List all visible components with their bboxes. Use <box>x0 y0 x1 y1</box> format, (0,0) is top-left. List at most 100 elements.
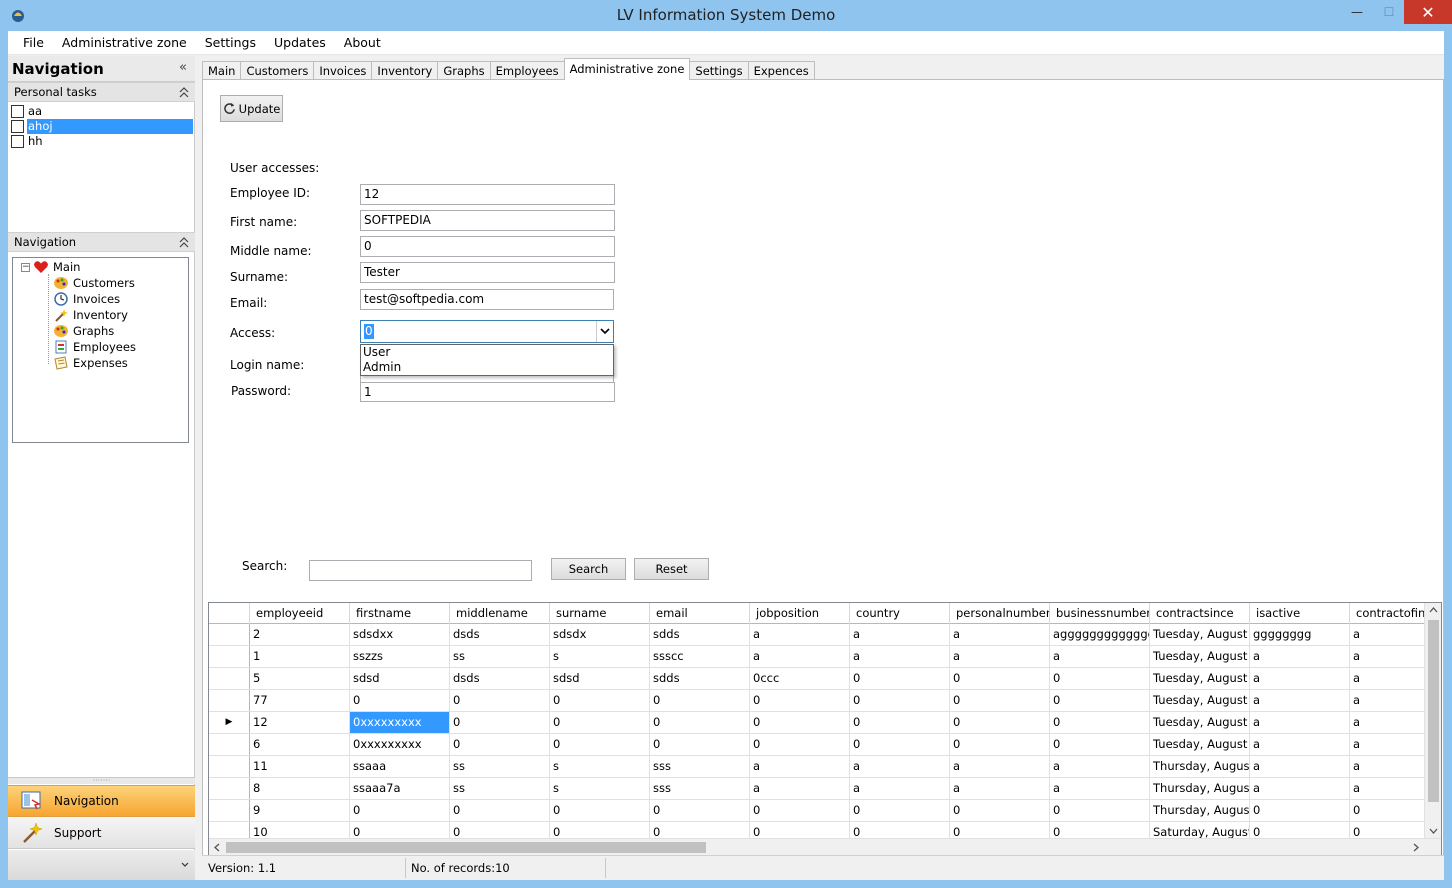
table-row[interactable]: 8ssaaa7assssssaaaaThursday, August...aa <box>209 778 1430 800</box>
table-cell[interactable]: ss <box>450 778 550 799</box>
chevron-up-icon[interactable] <box>179 86 189 100</box>
table-cell[interactable]: 0 <box>1050 800 1150 821</box>
table-cell[interactable]: s <box>550 646 650 667</box>
menu-updates[interactable]: Updates <box>265 31 335 55</box>
table-cell[interactable]: 0 <box>550 734 650 755</box>
table-cell[interactable]: 0 <box>650 712 750 733</box>
task-item[interactable]: hh <box>8 134 195 149</box>
menu-file[interactable]: File <box>8 31 53 55</box>
first-name-field[interactable]: SOFTPEDIA <box>360 210 615 231</box>
table-row[interactable]: 60xxxxxxxxx0000000Tuesday, August ...aa <box>209 734 1430 756</box>
tree-node-expenses[interactable]: Expenses <box>53 355 128 371</box>
table-cell[interactable]: Tuesday, August ... <box>1150 668 1250 689</box>
table-cell[interactable]: a <box>1350 712 1430 733</box>
personal-tasks-header[interactable]: Personal tasks <box>8 82 195 102</box>
table-cell[interactable]: a <box>950 756 1050 777</box>
scroll-up-icon[interactable] <box>1425 605 1442 615</box>
row-header[interactable] <box>209 734 250 755</box>
vertical-scroll-thumb[interactable] <box>1428 620 1439 802</box>
table-cell[interactable]: sdds <box>650 624 750 645</box>
table-row[interactable]: 1sszzsssssssccaaaaTuesday, August ...aa <box>209 646 1430 668</box>
table-cell[interactable]: 0 <box>750 800 850 821</box>
chevron-up-icon[interactable] <box>179 236 189 250</box>
column-header-firstname[interactable]: firstname <box>350 603 450 624</box>
table-cell[interactable]: 0 <box>850 668 950 689</box>
table-cell[interactable]: 6 <box>250 734 350 755</box>
minimize-button[interactable]: — <box>1340 0 1374 24</box>
table-cell[interactable]: 0 <box>750 712 850 733</box>
close-button[interactable]: ✕ <box>1404 0 1452 24</box>
table-cell[interactable]: 0 <box>1050 712 1150 733</box>
table-cell[interactable]: 0xxxxxxxxx <box>350 734 450 755</box>
table-cell[interactable]: 0 <box>350 690 450 711</box>
row-header[interactable] <box>209 624 250 645</box>
tree-node-employees[interactable]: Employees <box>53 339 136 355</box>
table-cell[interactable]: 12 <box>250 712 350 733</box>
tree-node-customers[interactable]: Customers <box>53 275 135 291</box>
table-cell[interactable]: 0 <box>850 690 950 711</box>
column-header-surname[interactable]: surname <box>550 603 650 624</box>
table-cell[interactable]: 0 <box>1350 800 1430 821</box>
table-cell[interactable]: ssscc <box>650 646 750 667</box>
email-field[interactable]: test@softpedia.com <box>360 289 614 310</box>
table-cell[interactable]: a <box>1050 646 1150 667</box>
table-cell[interactable]: 0 <box>850 800 950 821</box>
row-header[interactable] <box>209 756 250 777</box>
table-cell[interactable]: sss <box>650 778 750 799</box>
table-cell[interactable]: 0 <box>450 734 550 755</box>
task-checkbox[interactable] <box>11 135 24 148</box>
table-cell[interactable]: gggggggg <box>1250 624 1350 645</box>
table-cell[interactable]: s <box>550 756 650 777</box>
table-cell[interactable]: ss <box>450 646 550 667</box>
nav-button-support[interactable]: Support <box>8 817 195 849</box>
table-cell[interactable]: 0 <box>950 800 1050 821</box>
table-cell[interactable]: 0 <box>1050 690 1150 711</box>
tab-main[interactable]: Main <box>202 61 242 80</box>
column-header-personalnumber[interactable]: personalnumber <box>950 603 1050 624</box>
search-button[interactable]: Search <box>551 558 626 580</box>
table-cell[interactable]: 0 <box>350 800 450 821</box>
table-cell[interactable]: sdsd <box>550 668 650 689</box>
table-cell[interactable]: a <box>1250 756 1350 777</box>
table-cell[interactable]: sszzs <box>350 646 450 667</box>
table-cell[interactable]: 0 <box>950 668 1050 689</box>
table-cell[interactable]: Tuesday, August ... <box>1150 624 1250 645</box>
table-cell[interactable]: Tuesday, August ... <box>1150 734 1250 755</box>
table-cell[interactable]: 0 <box>550 800 650 821</box>
tab-expences[interactable]: Expences <box>747 61 815 80</box>
surname-field[interactable]: Tester <box>360 262 615 283</box>
table-cell[interactable]: a <box>850 778 950 799</box>
table-cell[interactable]: 1 <box>250 646 350 667</box>
table-cell[interactable]: 0 <box>1050 668 1150 689</box>
table-cell[interactable]: a <box>1250 712 1350 733</box>
scroll-left-icon[interactable] <box>212 840 222 855</box>
tree-node-inventory[interactable]: Inventory <box>53 307 128 323</box>
tab-invoices[interactable]: Invoices <box>313 61 373 80</box>
scroll-right-icon[interactable] <box>1411 840 1421 855</box>
table-cell[interactable]: sss <box>650 756 750 777</box>
table-row[interactable]: 11ssaaassssssaaaaThursday, August...aa <box>209 756 1430 778</box>
table-cell[interactable]: dsds <box>450 624 550 645</box>
table-cell[interactable]: a <box>750 646 850 667</box>
table-cell[interactable]: 0 <box>950 734 1050 755</box>
reset-button[interactable]: Reset <box>634 558 709 580</box>
column-header-middlename[interactable]: middlename <box>450 603 550 624</box>
column-header-country[interactable]: country <box>850 603 950 624</box>
table-cell[interactable]: a <box>1350 646 1430 667</box>
row-header[interactable] <box>209 690 250 711</box>
table-cell[interactable]: a <box>1250 734 1350 755</box>
table-cell[interactable]: a <box>1250 668 1350 689</box>
row-header[interactable] <box>209 668 250 689</box>
table-cell[interactable]: 5 <box>250 668 350 689</box>
table-row[interactable]: 2sdsdxxdsdssdsdxsddsaaaaggggggggggggggTu… <box>209 624 1430 646</box>
table-cell[interactable]: 0 <box>550 690 650 711</box>
update-button[interactable]: Update <box>220 95 283 122</box>
table-cell[interactable]: s <box>550 778 650 799</box>
table-cell[interactable]: Tuesday, August ... <box>1150 712 1250 733</box>
vertical-scrollbar[interactable] <box>1424 603 1441 838</box>
table-cell[interactable]: 0xxxxxxxxx <box>350 712 450 733</box>
column-header-employeeid[interactable]: employeeid <box>250 603 350 624</box>
table-cell[interactable]: 0 <box>650 690 750 711</box>
table-cell[interactable]: ss <box>450 756 550 777</box>
table-cell[interactable]: a <box>1250 690 1350 711</box>
